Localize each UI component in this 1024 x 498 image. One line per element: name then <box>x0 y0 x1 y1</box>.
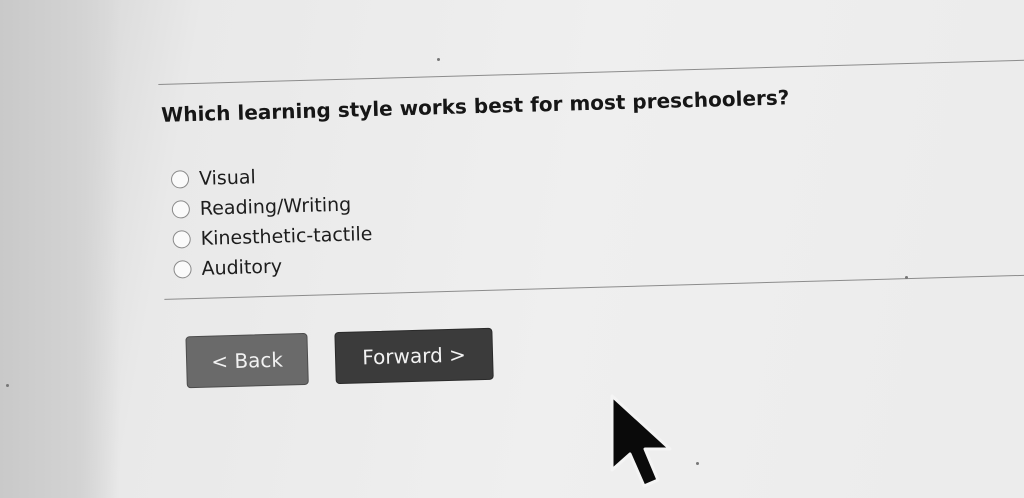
monitor-bezel <box>0 0 120 498</box>
quiz-page: Which learning style works best for most… <box>120 0 1024 498</box>
question-text: Which learning style works best for most… <box>160 85 790 127</box>
back-button[interactable]: < Back <box>185 332 309 389</box>
radio-button[interactable] <box>172 230 191 249</box>
screen-dust <box>437 58 440 61</box>
option-label: Reading/Writing <box>199 193 352 220</box>
answer-options: Visual Reading/Writing Kinesthetic-tacti… <box>170 159 374 285</box>
forward-button[interactable]: Forward > <box>334 327 494 385</box>
screen-dust <box>6 384 9 387</box>
top-divider <box>158 59 1024 85</box>
option-label: Visual <box>198 166 257 190</box>
mouse-pointer-icon <box>610 394 672 488</box>
screen-dust <box>696 462 699 465</box>
screen-dust <box>905 276 908 279</box>
radio-button[interactable] <box>173 260 192 279</box>
screen: Which learning style works best for most… <box>0 0 1024 498</box>
option-label: Auditory <box>201 255 283 280</box>
radio-button[interactable] <box>171 200 191 219</box>
radio-button[interactable] <box>170 170 190 189</box>
option-auditory[interactable]: Auditory <box>173 249 374 285</box>
option-label: Kinesthetic-tactile <box>200 223 373 250</box>
